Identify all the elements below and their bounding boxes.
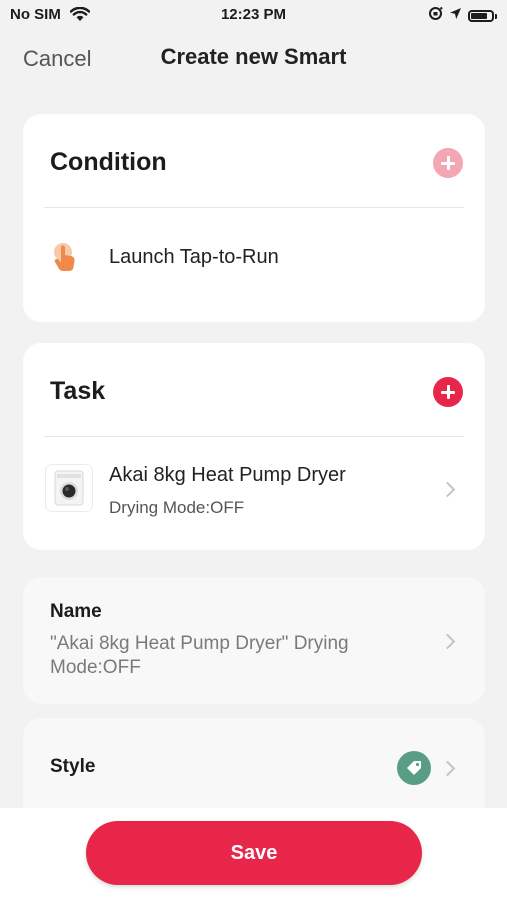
tag-icon: [397, 751, 431, 785]
name-label: Name: [50, 601, 102, 622]
chevron-right-icon: [439, 760, 456, 777]
save-button[interactable]: Save: [86, 821, 422, 885]
divider: [44, 207, 464, 208]
add-condition-button[interactable]: [433, 148, 463, 178]
chevron-right-icon: [439, 481, 456, 498]
battery-icon: [468, 10, 494, 22]
chevron-right-icon: [439, 633, 456, 650]
bottom-bar: Save: [0, 808, 507, 900]
name-value: "Akai 8kg Heat Pump Dryer" Drying Mode:O…: [50, 633, 349, 678]
task-card: Task Akai 8kg Heat Pump Dryer Drying Mod…: [23, 343, 485, 550]
add-task-button[interactable]: [433, 377, 463, 407]
battery-nub: [495, 13, 497, 19]
task-device-action: Drying Mode:OFF: [109, 498, 245, 517]
condition-item-label: Launch Tap-to-Run: [109, 246, 279, 268]
name-row[interactable]: Name "Akai 8kg Heat Pump Dryer" Drying M…: [23, 577, 485, 704]
task-header: Task: [50, 377, 106, 405]
task-item-dryer[interactable]: Akai 8kg Heat Pump Dryer Drying Mode:OFF: [23, 451, 485, 531]
page-title: Create new Smart: [160, 44, 347, 69]
style-label: Style: [50, 756, 96, 777]
hand-tap-icon: [51, 242, 81, 279]
condition-item-launch-tap-to-run[interactable]: Launch Tap-to-Run: [23, 226, 485, 286]
nav-bar: Cancel Create new Smart: [0, 38, 507, 78]
condition-card: Condition Launch Tap-to-Run: [23, 114, 485, 322]
location-icon: [449, 7, 462, 25]
divider: [44, 436, 464, 437]
status-bar: No SIM 12:23 PM: [0, 0, 507, 32]
lock-rotation-icon: [428, 6, 443, 26]
task-device-name: Akai 8kg Heat Pump Dryer: [109, 464, 346, 486]
status-right-icons: [428, 6, 497, 26]
condition-header: Condition: [50, 148, 167, 176]
dryer-icon: [46, 465, 92, 511]
